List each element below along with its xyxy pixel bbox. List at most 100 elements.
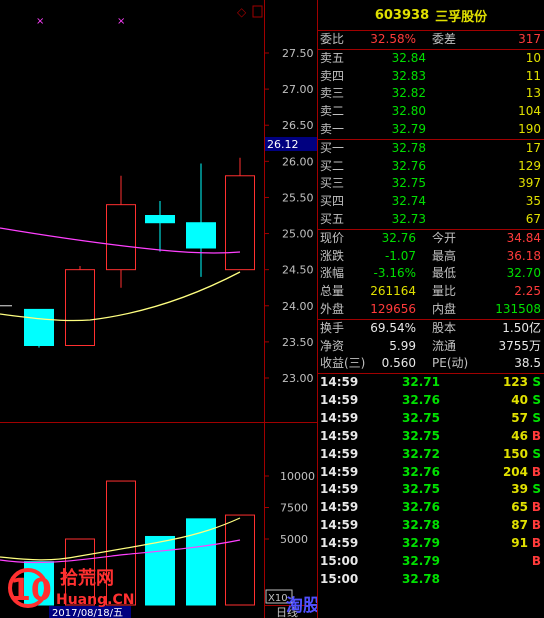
level-volume: 17 xyxy=(525,140,541,155)
level-price: 32.74 xyxy=(391,194,426,209)
tick-price: 32.75 xyxy=(402,410,440,425)
price-change: -1.07 xyxy=(384,248,416,263)
level-label: 买四 xyxy=(320,194,345,209)
order-book-row: 卖三 32.82 13 xyxy=(318,85,544,103)
tick-time: 15:00 xyxy=(320,571,359,586)
candle-body xyxy=(145,215,175,224)
level-volume: 11 xyxy=(525,68,541,83)
tick-side: S xyxy=(532,375,541,390)
level-price: 32.82 xyxy=(391,86,426,101)
candle-body xyxy=(186,222,216,249)
level-volume: 397 xyxy=(518,176,541,191)
weibi-value: 32.58% xyxy=(370,32,416,46)
volume-unit-label: X10 xyxy=(268,593,288,604)
tick-volume: 57 xyxy=(511,410,528,425)
tick-list[interactable]: 14:59 32.71 123 S 14:59 32.76 40 S 14:59 32.75 57 S… xyxy=(318,374,544,589)
level-price: 32.84 xyxy=(391,50,426,65)
fundamentals-block: 换手 69.54% 股本 1.50亿 净资 5.99 流通 3755万 收益(三) 0.560… xyxy=(318,320,544,375)
tick-time: 14:59 xyxy=(320,375,359,390)
level-price: 32.83 xyxy=(391,68,426,83)
tick-row: 14:59 32.76 40 S xyxy=(318,392,544,410)
level-label: 买二 xyxy=(320,158,345,173)
eps: 0.560 xyxy=(381,356,416,371)
tick-price: 32.78 xyxy=(402,571,440,586)
current-price-label: 26.12 xyxy=(267,138,299,151)
tick-row: 14:59 32.75 57 S xyxy=(318,410,544,428)
level-price: 32.79 xyxy=(391,121,426,136)
tick-side: S xyxy=(532,446,541,461)
tick-volume: 91 xyxy=(511,536,528,551)
tick-time: 15:00 xyxy=(320,554,359,569)
window-icon[interactable] xyxy=(252,5,263,18)
tick-price: 32.72 xyxy=(402,446,440,461)
tick-side: B xyxy=(531,428,541,443)
watermark-left-sub: Huang.CN xyxy=(56,592,134,608)
share-capital: 1.50亿 xyxy=(502,320,541,335)
level-label: 卖一 xyxy=(320,121,345,136)
level-volume: 190 xyxy=(518,121,541,136)
tick-time: 14:59 xyxy=(320,518,359,533)
tick-row: 14:59 32.75 39 S xyxy=(318,481,544,499)
ask-book: 卖五 32.84 10 卖四 32.83 11 卖三 32.82 13 卖二 32.80 104 卖一 3… xyxy=(318,50,544,140)
level-label: 买五 xyxy=(320,211,345,226)
tick-side: S xyxy=(532,482,541,497)
tick-row: 14:59 32.71 123 S xyxy=(318,374,544,392)
level-volume: 104 xyxy=(518,104,541,119)
level-label: 卖二 xyxy=(320,104,345,119)
tick-volume: 204 xyxy=(502,464,528,479)
candle-body xyxy=(65,269,95,346)
tick-price: 32.79 xyxy=(402,554,440,569)
price-high: 36.18 xyxy=(506,248,541,263)
tick-time: 14:59 xyxy=(320,428,359,443)
level-label: 卖五 xyxy=(320,50,345,65)
level-label: 买三 xyxy=(320,176,345,191)
weicha-label: 委差 xyxy=(432,32,457,46)
price-now: 32.76 xyxy=(381,230,416,245)
tick-volume: 65 xyxy=(511,500,528,515)
candle-body xyxy=(106,204,136,271)
level-label: 卖三 xyxy=(320,86,345,101)
tick-row: 14:59 32.75 46 B xyxy=(318,428,544,446)
diamond-icon[interactable]: ◇ xyxy=(237,5,247,19)
bid-book: 买一 32.78 17 买二 32.76 129 买三 32.75 397 买四 32.74 35 买五… xyxy=(318,140,544,230)
tick-time: 14:59 xyxy=(320,393,359,408)
order-book-row: 买三 32.75 397 xyxy=(318,175,544,193)
marker-x-icon: × xyxy=(117,16,125,27)
tick-price: 32.76 xyxy=(402,500,440,515)
tick-side: B xyxy=(531,536,541,551)
tick-time: 14:59 xyxy=(320,482,359,497)
tick-side: S xyxy=(532,410,541,425)
volume-axis: 10000 7500 5000 xyxy=(264,470,315,546)
candle-body xyxy=(24,308,54,346)
order-book-row: 买四 32.74 35 xyxy=(318,193,544,211)
volume-tick-label: 10000 xyxy=(280,470,315,483)
order-book-row: 买五 32.73 67 xyxy=(318,211,544,229)
volume-ratio: 2.25 xyxy=(514,284,541,299)
price-tick-label: 27.00 xyxy=(282,83,314,96)
order-book-row: 卖一 32.79 190 xyxy=(318,121,544,139)
volume-tick-label: 5000 xyxy=(280,533,308,546)
tick-time: 14:59 xyxy=(320,536,359,551)
order-book-row: 卖五 32.84 10 xyxy=(318,50,544,68)
watermark-num: 10 xyxy=(10,573,52,608)
tick-side: B xyxy=(531,464,541,479)
price-change-pct: -3.16% xyxy=(373,266,416,281)
tick-price: 32.75 xyxy=(402,482,440,497)
volume-bar xyxy=(145,535,175,606)
level-price: 32.75 xyxy=(391,176,426,191)
order-book-row: 卖二 32.80 104 xyxy=(318,103,544,121)
marker-x-icon: × xyxy=(36,16,44,27)
inner-volume: 131508 xyxy=(495,301,541,316)
float-shares: 3755万 xyxy=(498,338,541,353)
tick-row: 14:59 32.76 65 B xyxy=(318,499,544,517)
kline-chart[interactable]: × × ◇ 27.50 27.00 26.50 26.00 25.50 25.00 24.5… xyxy=(0,0,317,618)
date-label: 2017/08/18/五 xyxy=(52,608,123,618)
candle-body xyxy=(225,175,255,271)
price-low: 32.70 xyxy=(506,266,541,281)
tick-row: 14:59 32.79 91 B xyxy=(318,535,544,553)
watermark-left-text: 拾荒网 xyxy=(60,567,114,589)
watermark-right: 淘股吧 xyxy=(286,595,317,616)
tick-volume: 87 xyxy=(511,518,528,533)
kline-svg[interactable]: × × ◇ 27.50 27.00 26.50 26.00 25.50 25.00 24.5… xyxy=(0,0,317,618)
weibi-label: 委比 xyxy=(320,32,345,46)
